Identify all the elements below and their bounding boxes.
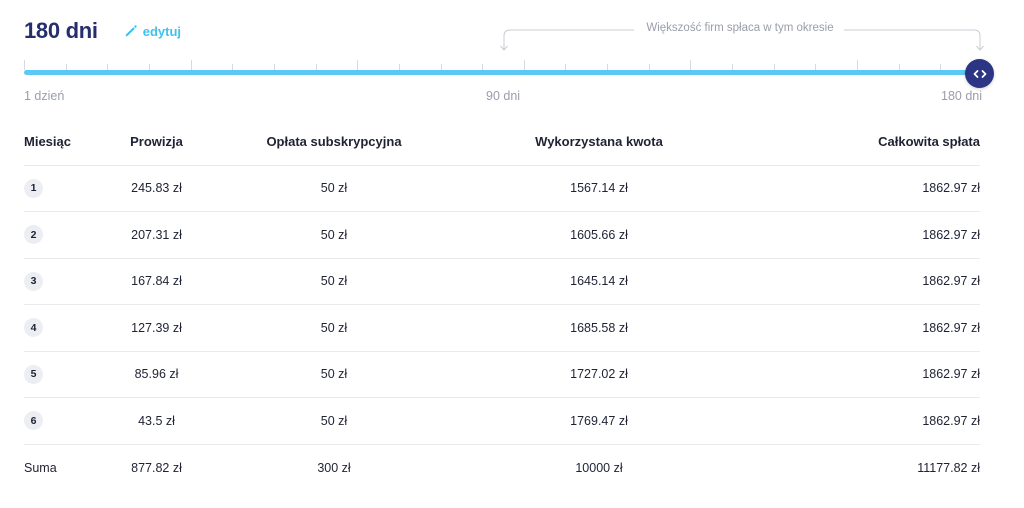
sum-label: Suma	[24, 460, 57, 475]
table-row: 4 127.39 zł 50 zł 1685.58 zł 1862.97 zł	[24, 304, 980, 352]
subscription-cell: 50 zł	[234, 397, 434, 445]
subscription-cell: 50 zł	[234, 304, 434, 352]
pencil-icon	[125, 25, 137, 37]
used-amount-cell: 1727.02 zł	[434, 351, 764, 398]
table-header-row: Miesiąc Prowizja Opłata subskrypcyjna Wy…	[24, 119, 980, 166]
header-used-amount: Wykorzystana kwota	[434, 119, 764, 166]
total-cell: 1862.97 zł	[764, 397, 980, 445]
edit-button[interactable]: edytuj	[124, 24, 181, 39]
slider-mid-label: 90 dni	[486, 89, 521, 103]
slider-tick	[857, 60, 858, 70]
arrows-left-right-icon	[973, 69, 986, 78]
sum-subscription-cell: 300 zł	[317, 460, 351, 475]
month-badge: 1	[24, 178, 43, 198]
common-period-note: Większość firm spłaca w tym okresie	[646, 22, 834, 34]
total-cell: 1862.97 zł	[764, 351, 980, 398]
subscription-cell: 50 zł	[234, 258, 434, 305]
total-cell: 1862.97 zł	[764, 165, 980, 212]
header-commission-label: Prowizja	[130, 134, 183, 150]
used-amount-cell: 1645.14 zł	[434, 258, 764, 305]
slider-min-label: 1 dzień	[24, 89, 65, 103]
commission-cell: 127.39 zł	[131, 320, 182, 335]
period-value: 180 dni	[24, 18, 98, 43]
commission-cell: 43.5 zł	[138, 413, 175, 428]
slider-track[interactable]	[24, 70, 982, 75]
slider-tick	[191, 60, 192, 70]
month-badge: 2	[24, 225, 43, 245]
used-amount-cell: 1567.14 zł	[434, 165, 764, 212]
duration-slider[interactable]	[24, 58, 994, 90]
used-amount-cell: 1605.66 zł	[434, 211, 764, 259]
used-amount-cell: 1685.58 zł	[434, 304, 764, 352]
month-badge: 5	[24, 364, 43, 384]
table-row: 5 85.96 zł 50 zł 1727.02 zł 1862.97 zł	[24, 351, 980, 398]
slider-ticks	[24, 60, 983, 70]
slider-tick	[357, 60, 358, 70]
slider-tick	[690, 60, 691, 70]
table-row: 2 207.31 zł 50 zł 1605.66 zł 1862.97 zł	[24, 211, 980, 259]
used-amount-cell: 1769.47 zł	[434, 397, 764, 445]
subscription-cell: 50 zł	[234, 165, 434, 212]
sum-total-cell: 11177.82 zł	[917, 460, 980, 475]
commission-cell: 85.96 zł	[134, 367, 179, 382]
sum-row: Suma 877.82 zł 300 zł 10000 zł 11177.82 …	[24, 444, 980, 491]
subscription-cell: 50 zł	[234, 211, 434, 259]
commission-cell: 245.83 zł	[131, 181, 182, 196]
table-row: 6 43.5 zł 50 zł 1769.47 zł 1862.97 zł	[24, 397, 980, 445]
total-cell: 1862.97 zł	[764, 304, 980, 352]
sum-commission-cell: 877.82 zł	[131, 460, 182, 475]
total-cell: 1862.97 zł	[764, 211, 980, 259]
table-row: 3 167.84 zł 50 zł 1645.14 zł 1862.97 zł	[24, 258, 980, 305]
period-header: 180 dni edytuj	[24, 16, 181, 46]
slider-tick	[24, 60, 25, 70]
month-badge: 6	[24, 411, 43, 431]
slider-tick	[524, 60, 525, 70]
repayment-table: Miesiąc Prowizja Opłata subskrypcyjna Wy…	[24, 119, 980, 491]
commission-cell: 167.84 zł	[131, 274, 182, 289]
commission-cell: 207.31 zł	[131, 227, 182, 242]
total-cell: 1862.97 zł	[764, 258, 980, 305]
slider-handle[interactable]	[965, 59, 994, 88]
table-row: 1 245.83 zł 50 zł 1567.14 zł 1862.97 zł	[24, 165, 980, 212]
slider-max-label: 180 dni	[941, 89, 983, 103]
header-month: Miesiąc	[24, 119, 114, 166]
month-badge: 3	[24, 271, 43, 291]
header-subscription: Opłata subskrypcyjna	[234, 119, 434, 166]
edit-label: edytuj	[142, 23, 182, 39]
subscription-cell: 50 zł	[234, 351, 434, 398]
header-total: Całkowita spłata	[764, 119, 980, 166]
month-badge: 4	[24, 318, 43, 338]
header-commission: Prowizja	[114, 119, 234, 166]
sum-used-amount-cell: 10000 zł	[575, 460, 623, 475]
